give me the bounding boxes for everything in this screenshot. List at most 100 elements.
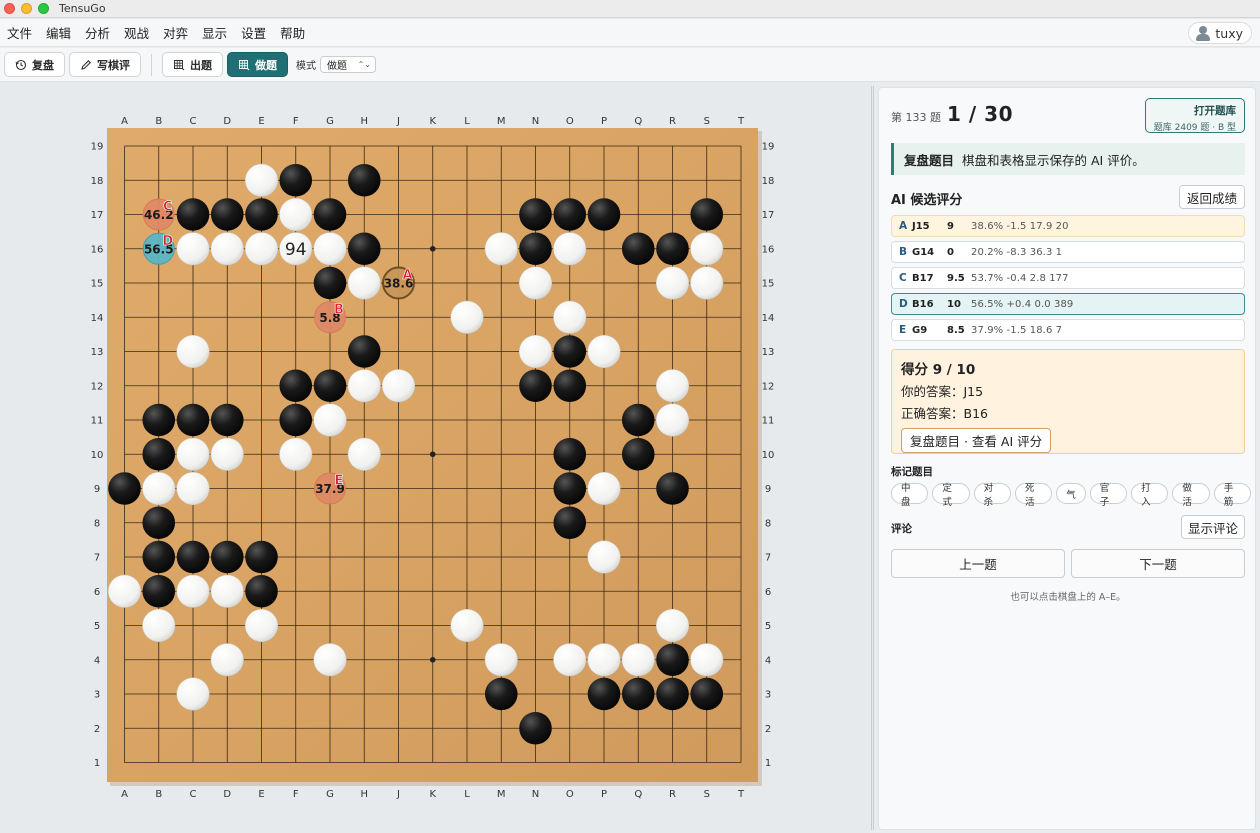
column-label: K — [429, 116, 436, 127]
grid-board-icon — [239, 59, 250, 70]
black-stone — [142, 540, 176, 574]
review-button[interactable]: 复盘 — [4, 52, 65, 77]
black-stone — [245, 198, 278, 231]
review-banner: 复盘题目 棋盘和表格显示保存的 AI 评价。 — [891, 143, 1245, 175]
maximize-window-button[interactable] — [38, 3, 49, 14]
open-library-button[interactable]: 打开题库 题库 2409 题 · B 型 — [1145, 98, 1245, 133]
candidate-row-c[interactable]: C B17 9.5 53.7% -0.4 2.8 177 — [891, 267, 1245, 289]
white-stone — [587, 471, 621, 506]
black-stone — [621, 232, 655, 266]
white-stone — [244, 163, 279, 197]
tag-life-death[interactable]: 死活 — [1014, 483, 1053, 508]
white-stone — [484, 232, 518, 266]
white-stone — [347, 437, 381, 471]
problem-navigation: 上一题 下一题 — [891, 549, 1245, 578]
black-stone — [245, 574, 278, 608]
white-stone — [176, 437, 210, 471]
white-stone — [210, 643, 244, 677]
menu-watch[interactable]: 观战 — [117, 23, 156, 42]
white-stone — [518, 266, 553, 300]
prev-problem-button[interactable]: 上一题 — [891, 549, 1065, 578]
candidate-stats: 20.2% -8.3 36.3 1 — [971, 246, 1063, 258]
column-label: C — [190, 789, 197, 800]
tag-invasion[interactable]: 打入 — [1131, 483, 1169, 508]
tag-liberties[interactable]: 气 — [1056, 483, 1086, 504]
minimize-window-button[interactable] — [21, 3, 32, 14]
back-to-results-button[interactable]: 返回成绩 — [1178, 185, 1245, 209]
candidate-row-e[interactable]: E G9 8.5 37.9% -1.5 18.6 7 — [891, 319, 1245, 341]
solve-problem-button[interactable]: 做题 — [227, 52, 288, 77]
column-label: N — [532, 789, 539, 800]
row-label: 17 — [91, 210, 104, 221]
menu-view[interactable]: 显示 — [195, 23, 234, 42]
user-account-button[interactable]: tuxy — [1188, 22, 1252, 44]
candidate-row-b[interactable]: B G14 0 20.2% -8.3 36.3 1 — [891, 241, 1245, 263]
white-stone — [244, 232, 279, 266]
black-stone — [553, 472, 587, 505]
tag-tesuji[interactable]: 手筋 — [1213, 483, 1252, 508]
white-stone — [553, 300, 587, 334]
black-stone — [142, 574, 176, 608]
column-label: O — [566, 116, 574, 127]
row-label: 14 — [91, 313, 104, 324]
your-answer: 你的答案：J15 — [901, 384, 984, 399]
grid-board-icon — [174, 59, 185, 70]
column-label: N — [532, 116, 539, 127]
column-label: T — [737, 116, 745, 127]
splitter[interactable] — [871, 86, 874, 830]
black-stone — [656, 232, 689, 266]
white-stone — [210, 574, 244, 608]
menu-help[interactable]: 帮助 — [273, 23, 312, 42]
white-stone — [313, 643, 347, 677]
tag-endgame[interactable]: 官子 — [1089, 483, 1128, 508]
white-stone — [655, 266, 690, 300]
comment-title: 评论 — [891, 523, 912, 535]
candidate-row-a[interactable]: A J15 9 38.6% -1.5 17.9 20 — [891, 215, 1245, 237]
row-label: 8 — [765, 518, 771, 529]
next-problem-button[interactable]: 下一题 — [1071, 549, 1245, 578]
history-icon — [15, 59, 27, 70]
correct-answer: 正确答案：B16 — [901, 406, 988, 421]
candidate-letter: E — [335, 474, 344, 489]
make-problem-button[interactable]: 出题 — [162, 52, 223, 77]
menu-play[interactable]: 对弈 — [156, 23, 195, 42]
mode-select[interactable]: 做题 ⌃⌄ — [320, 56, 376, 73]
menu-settings[interactable]: 设置 — [234, 23, 273, 42]
black-stone — [313, 198, 347, 231]
column-label: F — [293, 789, 299, 800]
go-board[interactable]: AABBCCDDEEFFGGHHJJKKLLMMNNOOPPQQRRSSTT19… — [0, 83, 870, 833]
black-stone — [108, 472, 141, 505]
row-label: 6 — [765, 587, 771, 598]
white-stone — [347, 266, 381, 300]
row-label: 9 — [94, 484, 100, 495]
candidate-letter: D — [899, 298, 908, 310]
tag-capturing-race[interactable]: 对杀 — [973, 483, 1011, 508]
column-label: Q — [634, 116, 642, 127]
menu-edit[interactable]: 编辑 — [39, 23, 78, 42]
tag-joseki[interactable]: 定式 — [932, 483, 970, 508]
tag-living[interactable]: 做活 — [1172, 483, 1210, 508]
black-stone — [142, 506, 176, 540]
black-stone — [519, 198, 552, 231]
column-label: S — [704, 789, 710, 800]
black-stone — [519, 711, 552, 745]
menu-analyze[interactable]: 分析 — [78, 23, 117, 42]
candidate-move: B17 — [912, 272, 934, 284]
menu-file[interactable]: 文件 — [0, 23, 39, 42]
show-comment-button[interactable]: 显示评论 — [1180, 515, 1245, 539]
tag-middle-game[interactable]: 中盘 — [891, 483, 929, 508]
white-stone — [655, 369, 690, 403]
close-window-button[interactable] — [4, 3, 15, 14]
column-label: H — [360, 116, 368, 127]
white-stone — [244, 608, 279, 643]
write-comment-button[interactable]: 写棋评 — [69, 52, 141, 77]
candidate-stats: 56.5% +0.4 0.0 389 — [971, 298, 1074, 310]
column-label: H — [360, 789, 368, 800]
row-label: 5 — [94, 621, 100, 632]
white-stone — [176, 334, 210, 369]
white-stone — [381, 369, 416, 403]
row-label: 15 — [91, 279, 104, 290]
candidate-row-d[interactable]: D B16 10 56.5% +0.4 0.0 389 — [891, 293, 1245, 315]
row-label: 12 — [762, 381, 775, 392]
review-problem-button[interactable]: 复盘题目 · 查看 AI 评分 — [901, 428, 1052, 453]
